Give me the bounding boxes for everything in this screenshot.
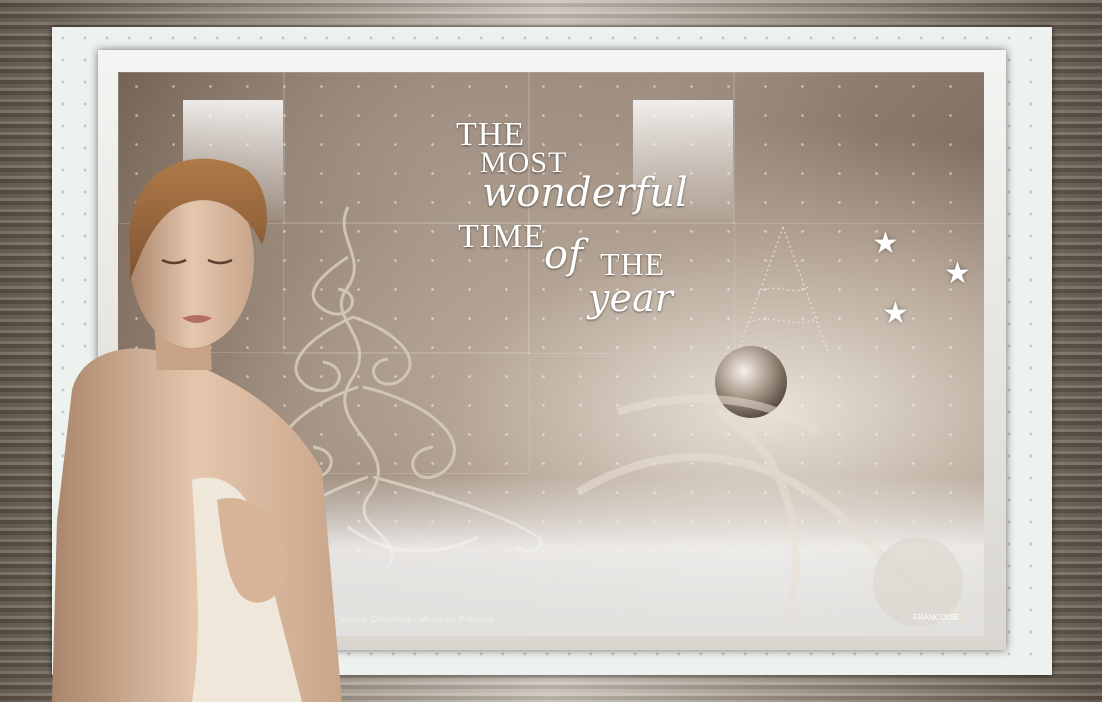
title-line-year: year [588,276,673,320]
star-icon: ★ [872,227,899,260]
credit-text: tutorial Christmas - Moments Précieux [340,615,495,624]
ribbon-bow [575,394,971,627]
artist-signature: FRANCOISE [913,613,960,622]
star-icon: ★ [944,257,971,290]
title-line-time: TIME [458,218,546,255]
title-line-wonderful: wonderful [482,170,688,216]
star-icon: ★ [882,297,909,330]
title-line-of: of [544,232,583,278]
woman-figure [52,158,342,702]
